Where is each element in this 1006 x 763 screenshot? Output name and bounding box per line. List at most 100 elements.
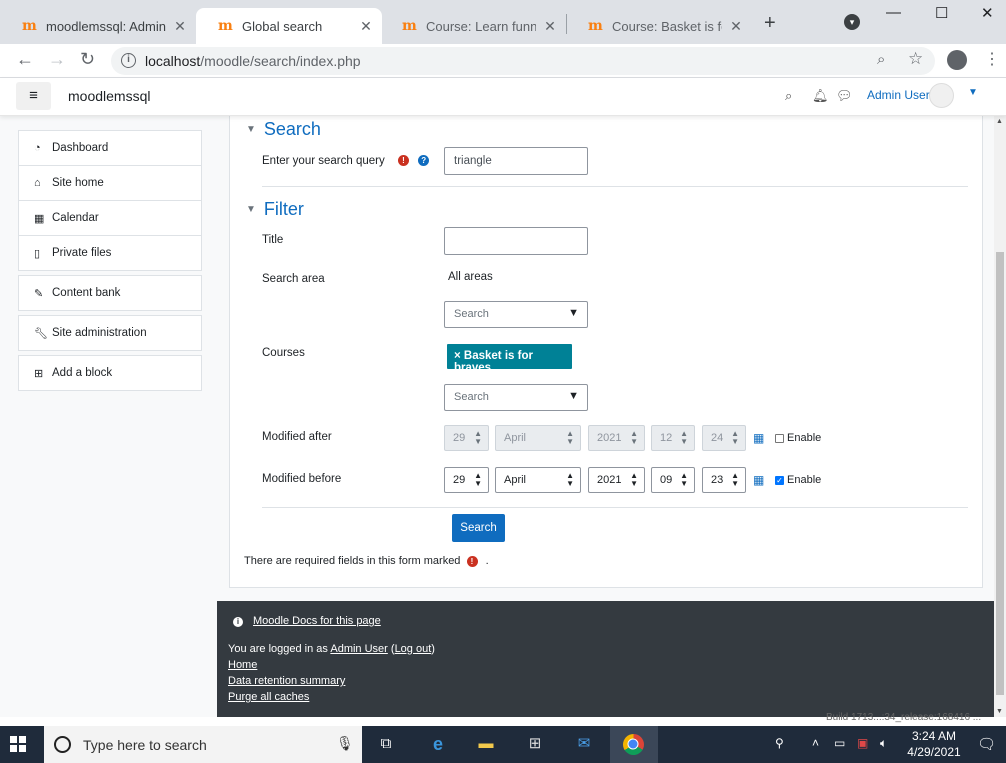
data-retention-link[interactable]: Data retention summary: [228, 675, 345, 687]
modified-before-day-select[interactable]: 29 ▲ ▼: [444, 467, 489, 493]
tray-chevron-up-icon[interactable]: ˄: [812, 736, 819, 750]
taskbar-clock[interactable]: 3:24 AM 4/29/2021: [906, 728, 962, 760]
notification-center-icon[interactable]: 🗨︎: [977, 735, 996, 753]
filter-section-toggle[interactable]: ▼ Filter: [246, 199, 304, 220]
profile-avatar-icon[interactable]: [947, 50, 967, 70]
moodle-docs-link[interactable]: Moodle Docs for this page: [253, 615, 381, 627]
tab-title: Global search: [242, 18, 323, 34]
sidebar-item-site-administration[interactable]: 🔧︎ Site administration: [18, 315, 202, 351]
mail-icon[interactable]: ✉: [573, 734, 595, 754]
messages-chat-icon[interactable]: 💬︎: [836, 88, 853, 104]
sidebar-item-dashboard[interactable]: ◔ Dashboard: [18, 130, 202, 166]
modified-before-hour-select[interactable]: 09 ▲ ▼: [651, 467, 695, 493]
browser-tab[interactable]: m moodlemssql: Adminis ✕: [0, 8, 196, 44]
docs-row: i Moodle Docs for this page: [228, 615, 381, 627]
help-icon[interactable]: ?: [418, 155, 430, 167]
taskbar-search-box[interactable]: Type here to search 🎙︎: [44, 726, 362, 763]
modified-after-month-select[interactable]: April ▲ ▼: [495, 425, 581, 451]
logout-link[interactable]: Log out: [395, 643, 432, 655]
volume-muted-icon[interactable]: 🔈︎: [880, 736, 887, 751]
search-section-toggle[interactable]: ▼ Search: [246, 119, 321, 140]
microphone-icon[interactable]: 🎙︎: [336, 735, 354, 752]
user-menu-name[interactable]: Admin User: [867, 88, 930, 102]
forward-arrow-icon[interactable]: →: [48, 49, 66, 70]
submit-search-button[interactable]: Search: [452, 514, 505, 542]
url-text[interactable]: localhost/moodle/search/index.php: [145, 53, 361, 69]
close-tab-icon[interactable]: ✕: [728, 18, 744, 35]
edge-browser-icon[interactable]: e: [427, 734, 449, 754]
page-scrollbar[interactable]: ▲ ▼: [994, 116, 1006, 717]
modified-after-hour-select[interactable]: 12 ▲ ▼: [651, 425, 695, 451]
browser-menu-icon[interactable]: ⋮: [984, 49, 1000, 69]
task-view-icon[interactable]: ⧉: [375, 734, 397, 754]
browser-tab[interactable]: m Course: Learn funny m ✕: [380, 8, 566, 44]
zoom-icon[interactable]: ⌕: [877, 51, 885, 68]
modified-after-day-select[interactable]: 29 ▲ ▼: [444, 425, 489, 451]
reload-icon[interactable]: ↻: [80, 49, 95, 70]
scroll-down-icon[interactable]: ▼: [996, 708, 1003, 715]
search-icon[interactable]: ⌕: [785, 88, 792, 104]
maximize-icon[interactable]: ☐: [935, 4, 948, 22]
minimize-icon[interactable]: —: [886, 4, 901, 21]
page-content: ◔ Dashboard ⌂ Site home ▦ Calendar ▯ Private…: [0, 116, 994, 717]
close-tab-icon[interactable]: ✕: [542, 18, 558, 35]
close-tab-icon[interactable]: ✕: [172, 18, 188, 35]
tab-search-icon[interactable]: ▾: [844, 14, 860, 30]
window-close-icon[interactable]: ✕: [981, 4, 994, 22]
notifications-bell-icon[interactable]: 🔔︎: [812, 88, 829, 104]
divider: [262, 507, 968, 508]
purge-caches-link[interactable]: Purge all caches: [228, 691, 309, 703]
modified-after-minute-select[interactable]: 24 ▲ ▼: [702, 425, 746, 451]
modified-before-minute-select[interactable]: 23 ▲ ▼: [702, 467, 746, 493]
calendar-icon[interactable]: ▦: [753, 431, 764, 445]
browser-tab-active[interactable]: m Global search ✕: [196, 8, 382, 44]
user-menu-caret-icon[interactable]: ▼: [968, 87, 978, 98]
file-explorer-icon[interactable]: ▬: [475, 734, 497, 754]
sidebar-item-private-files[interactable]: ▯ Private files: [18, 235, 202, 271]
modified-after-enable-checkbox[interactable]: [775, 434, 784, 443]
chrome-icon[interactable]: [623, 734, 644, 755]
footer-home-link[interactable]: Home: [228, 659, 257, 671]
sidebar-item-label: Private files: [52, 247, 112, 259]
title-input[interactable]: [444, 227, 588, 255]
site-name[interactable]: moodlemssql: [68, 88, 150, 104]
bookmark-star-icon[interactable]: ☆: [908, 49, 923, 69]
back-arrow-icon[interactable]: ←: [16, 49, 34, 70]
modified-after-year-select[interactable]: 2021 ▲ ▼: [588, 425, 645, 451]
clock-time: 3:24 AM: [911, 729, 957, 743]
search-query-input[interactable]: [444, 147, 588, 175]
sidebar-item-calendar[interactable]: ▦ Calendar: [18, 200, 202, 236]
user-avatar[interactable]: [929, 83, 954, 108]
user-profile-link[interactable]: Admin User: [330, 643, 387, 655]
search-area-select[interactable]: Search ▼: [444, 301, 588, 328]
sidebar-item-label: Site administration: [52, 327, 147, 339]
tab-title: Course: Learn funny m: [426, 18, 536, 34]
drawer-toggle-hamburger-icon[interactable]: ≡: [16, 82, 51, 110]
build-info: Build 1713...:34_release:168416 ...: [826, 712, 982, 723]
new-tab-plus-icon[interactable]: +: [764, 12, 776, 35]
sidebar-item-site-home[interactable]: ⌂ Site home: [18, 165, 202, 201]
scroll-up-icon[interactable]: ▲: [996, 118, 1003, 125]
file-icon: ▯: [34, 247, 41, 260]
store-bag-icon[interactable]: ⊞: [524, 734, 546, 754]
calendar-icon[interactable]: ▦: [753, 473, 764, 487]
selected-course-chip[interactable]: × Basket is for braves: [447, 344, 572, 374]
sidebar-item-content-bank[interactable]: ✎ Content bank: [18, 275, 202, 311]
modified-before-year-select[interactable]: 2021 ▲ ▼: [588, 467, 645, 493]
modified-before-month-select[interactable]: April ▲ ▼: [495, 467, 581, 493]
modified-before-enable-checkbox[interactable]: ✓: [775, 476, 784, 485]
title-label: Title: [262, 234, 284, 246]
modified-before-label: Modified before: [262, 473, 342, 485]
browser-tab[interactable]: m Course: Basket is for br ✕: [566, 8, 752, 44]
security-alert-icon[interactable]: ▣: [857, 736, 868, 750]
sidebar-item-add-block[interactable]: ⊞ Add a block: [18, 355, 202, 391]
windows-start-icon[interactable]: [10, 736, 26, 752]
people-icon[interactable]: ⚲: [775, 736, 784, 750]
scrollbar-thumb[interactable]: [996, 252, 1004, 695]
site-info-icon[interactable]: i: [121, 53, 136, 68]
address-bar[interactable]: i localhost/moodle/search/index.php ⌕ ☆: [111, 47, 935, 75]
network-icon[interactable]: ▭: [834, 736, 845, 750]
close-tab-icon[interactable]: ✕: [358, 18, 374, 35]
courses-select[interactable]: Search ▼: [444, 384, 588, 411]
dropdown-arrow-icon: ▼: [568, 307, 579, 319]
